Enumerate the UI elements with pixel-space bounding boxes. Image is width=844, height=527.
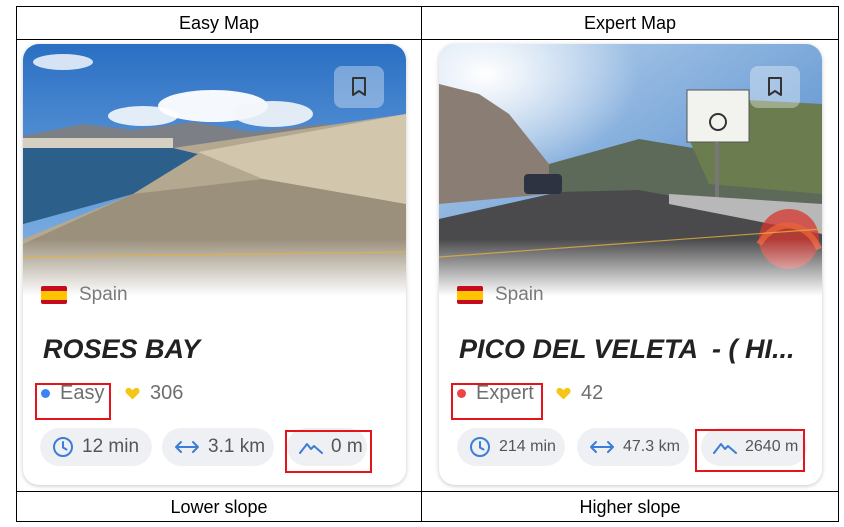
- clock-icon: [53, 437, 73, 457]
- header-easy-map: Easy Map: [178, 13, 260, 33]
- elevation-highlight-box: [695, 429, 805, 472]
- route-card-expert[interactable]: Spain PICO DEL VELETA - ( HI... Expert 4…: [439, 44, 822, 485]
- difficulty-highlight-box: [451, 383, 543, 420]
- likes-value: 306: [150, 382, 184, 404]
- comparison-table: Easy Map Expert Map Lower slope Higher s…: [16, 6, 839, 522]
- duration-pill: 214 min: [457, 428, 565, 466]
- bookmark-icon: [768, 77, 782, 96]
- distance-pill: 3.1 km: [162, 428, 274, 466]
- arrows-horizontal-icon: [175, 441, 199, 453]
- header-divider: [17, 39, 838, 40]
- route-card-easy[interactable]: Spain ROSES BAY Easy 306 12 min 3.1 km 0…: [23, 44, 406, 485]
- bookmark-icon: [352, 77, 366, 96]
- difficulty-highlight-box: [35, 383, 111, 420]
- elevation-highlight-box: [285, 430, 372, 473]
- footer-lower-slope: Lower slope: [170, 497, 268, 517]
- clock-icon: [470, 437, 490, 457]
- heart-icon: [556, 387, 571, 400]
- footer-higher-slope: Higher slope: [579, 497, 681, 517]
- country-label: Spain: [41, 284, 128, 306]
- route-photo-roses-bay: [23, 44, 406, 296]
- spain-flag-icon: [457, 286, 483, 304]
- country-name: Spain: [79, 284, 128, 305]
- spain-flag-icon: [41, 286, 67, 304]
- bookmark-button[interactable]: [334, 66, 384, 108]
- country-label: Spain: [457, 284, 544, 306]
- route-title: PICO DEL VELETA - ( HI...: [459, 334, 795, 364]
- column-divider: [421, 7, 422, 521]
- route-title: ROSES BAY: [43, 334, 201, 364]
- distance-value: 3.1 km: [208, 436, 266, 457]
- arrows-horizontal-icon: [590, 441, 614, 453]
- bookmark-button[interactable]: [750, 66, 800, 108]
- likes-value: 42: [581, 382, 604, 404]
- heart-icon: [125, 387, 140, 400]
- header-expert-map: Expert Map: [583, 13, 677, 33]
- distance-value: 47.3 km: [623, 438, 680, 455]
- country-name: Spain: [495, 284, 544, 305]
- duration-value: 214 min: [499, 438, 556, 455]
- likes-count: 42: [556, 382, 603, 405]
- likes-count: 306: [125, 382, 183, 405]
- route-photo-pico-del-veleta: [439, 44, 822, 296]
- duration-value: 12 min: [82, 436, 140, 457]
- distance-pill: 47.3 km: [577, 428, 689, 466]
- duration-pill: 12 min: [40, 428, 152, 466]
